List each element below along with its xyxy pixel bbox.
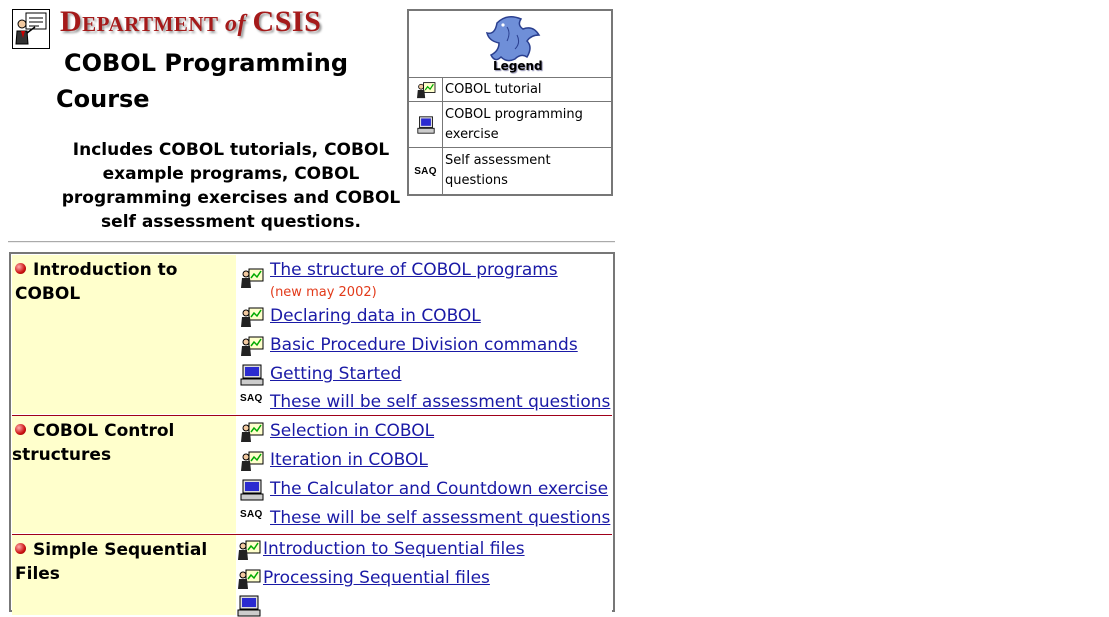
list-item: The structure of COBOL programs (new may… — [240, 260, 590, 300]
of-word: of — [225, 11, 247, 37]
legend-row-tutorial: COBOL tutorial — [409, 78, 611, 102]
legend-row-exercise: COBOL programming exercise — [409, 102, 611, 148]
bullet-icon — [15, 263, 26, 274]
section-control-structures: COBOL Control structures Selection in CO… — [12, 416, 612, 533]
course-description: Includes COBOL tutorials, COBOL example … — [61, 140, 401, 232]
saq-icon: SAQ — [240, 509, 263, 520]
list-item: SAQ These will be self assessment questi… — [240, 508, 610, 530]
title-line-2: Course — [56, 85, 150, 113]
section-links: The structure of COBOL programs (new may… — [236, 255, 612, 414]
presenter-icon — [12, 9, 50, 49]
computer-icon — [240, 364, 264, 386]
list-item: Iteration in COBOL — [240, 450, 428, 472]
tutorial-icon — [241, 268, 264, 288]
tutorial-icon — [238, 569, 261, 589]
legend-box: Legend COBOL tutorial COBOL programming … — [407, 9, 613, 196]
legend-label: COBOL programming exercise — [445, 107, 583, 142]
horizontal-rule — [8, 241, 615, 243]
section-sequential-files: Simple Sequential Files Introduction to … — [12, 535, 612, 617]
page-title: COBOL Programming Course — [56, 45, 386, 117]
section-title: Introduction to COBOL — [12, 255, 236, 414]
saq-icon: SAQ — [240, 393, 263, 404]
legend-logo: Legend — [409, 11, 611, 78]
legend-logo-label: Legend — [493, 59, 543, 73]
title-line-1: COBOL Programming — [64, 49, 348, 77]
section-links: Selection in COBOL Iteration in COBOL Th… — [236, 416, 612, 533]
tutorial-icon — [241, 336, 264, 356]
legend-label: COBOL tutorial — [445, 82, 542, 97]
list-item: Getting Started — [240, 364, 401, 386]
link-declaring-data[interactable]: Declaring data in COBOL — [270, 306, 481, 327]
link-structure-of-cobol-programs[interactable]: The structure of COBOL programs — [270, 260, 558, 280]
list-item: Introduction to Sequential files — [237, 539, 525, 561]
dept-word: Department — [60, 5, 219, 38]
tutorial-icon — [238, 540, 261, 560]
computer-icon — [237, 595, 261, 617]
section-title: Simple Sequential Files — [12, 535, 236, 615]
tutorial-icon — [241, 307, 264, 327]
link-selection[interactable]: Selection in COBOL — [270, 421, 434, 442]
link-self-assessment[interactable]: These will be self assessment questions — [270, 508, 610, 529]
tutorial-icon — [409, 78, 443, 101]
link-calculator-countdown[interactable]: The Calculator and Countdown exercise — [270, 479, 608, 500]
list-item: Processing Sequential files — [237, 568, 490, 590]
legend-label: Self assessment questions — [445, 153, 551, 188]
csis-word: CSIS — [252, 5, 322, 38]
list-item: Declaring data in COBOL — [240, 306, 481, 328]
section-title: COBOL Control structures — [12, 416, 236, 533]
section-introduction: Introduction to COBOL The structure of C… — [12, 255, 612, 414]
department-title: Department of CSIS — [60, 5, 321, 39]
bullet-icon — [15, 543, 26, 554]
list-item: Basic Procedure Division commands — [240, 335, 578, 357]
link-basic-procedure-division[interactable]: Basic Procedure Division commands — [270, 335, 578, 356]
list-item: SAQ These will be self assessment questi… — [240, 392, 610, 414]
link-self-assessment[interactable]: These will be self assessment questions — [270, 392, 610, 413]
tutorial-icon — [241, 451, 264, 471]
tutorial-icon — [241, 422, 264, 442]
computer-icon — [240, 479, 264, 501]
list-item — [237, 595, 263, 617]
link-intro-sequential-files[interactable]: Introduction to Sequential files — [263, 539, 525, 560]
new-badge: (new may 2002) — [270, 285, 377, 300]
legend-row-saq: SAQ Self assessment questions — [409, 148, 611, 195]
list-item: The Calculator and Countdown exercise — [240, 479, 608, 501]
computer-icon — [409, 102, 443, 147]
bullet-icon — [15, 424, 26, 435]
link-iteration[interactable]: Iteration in COBOL — [270, 450, 428, 471]
link-processing-sequential-files[interactable]: Processing Sequential files — [263, 568, 490, 589]
section-links: Introduction to Sequential files Process… — [236, 535, 612, 617]
list-item: Selection in COBOL — [240, 421, 434, 443]
link-getting-started[interactable]: Getting Started — [270, 364, 401, 385]
saq-icon: SAQ — [409, 148, 443, 195]
course-table: Introduction to COBOL The structure of C… — [9, 252, 615, 617]
